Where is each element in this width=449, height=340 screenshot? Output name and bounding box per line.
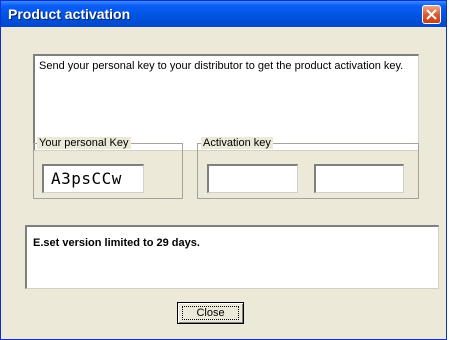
title-bar[interactable]: Product activation	[1, 1, 446, 27]
activation-key-group: Activation key	[197, 137, 419, 199]
personal-key-field[interactable]: A3psCCw	[42, 164, 144, 193]
product-activation-dialog: Product activation Send your personal ke…	[0, 0, 447, 340]
activation-key-input-1[interactable]	[207, 164, 298, 193]
personal-key-group: Your personal Key A3psCCw	[33, 137, 183, 199]
personal-key-label: Your personal Key	[37, 137, 131, 149]
window-title: Product activation	[8, 6, 131, 22]
activation-key-input-2[interactable]	[314, 164, 404, 193]
close-button-label: Close	[196, 307, 225, 319]
info-text: E.set version limited to 29 days.	[33, 237, 200, 249]
close-button[interactable]: Close	[177, 302, 244, 324]
info-box: E.set version limited to 29 days.	[25, 225, 439, 289]
close-icon[interactable]	[422, 5, 441, 24]
instructions-text: Send your personal key to your distribut…	[39, 60, 404, 72]
personal-key-value: A3psCCw	[51, 169, 122, 188]
activation-key-label: Activation key	[201, 137, 273, 149]
